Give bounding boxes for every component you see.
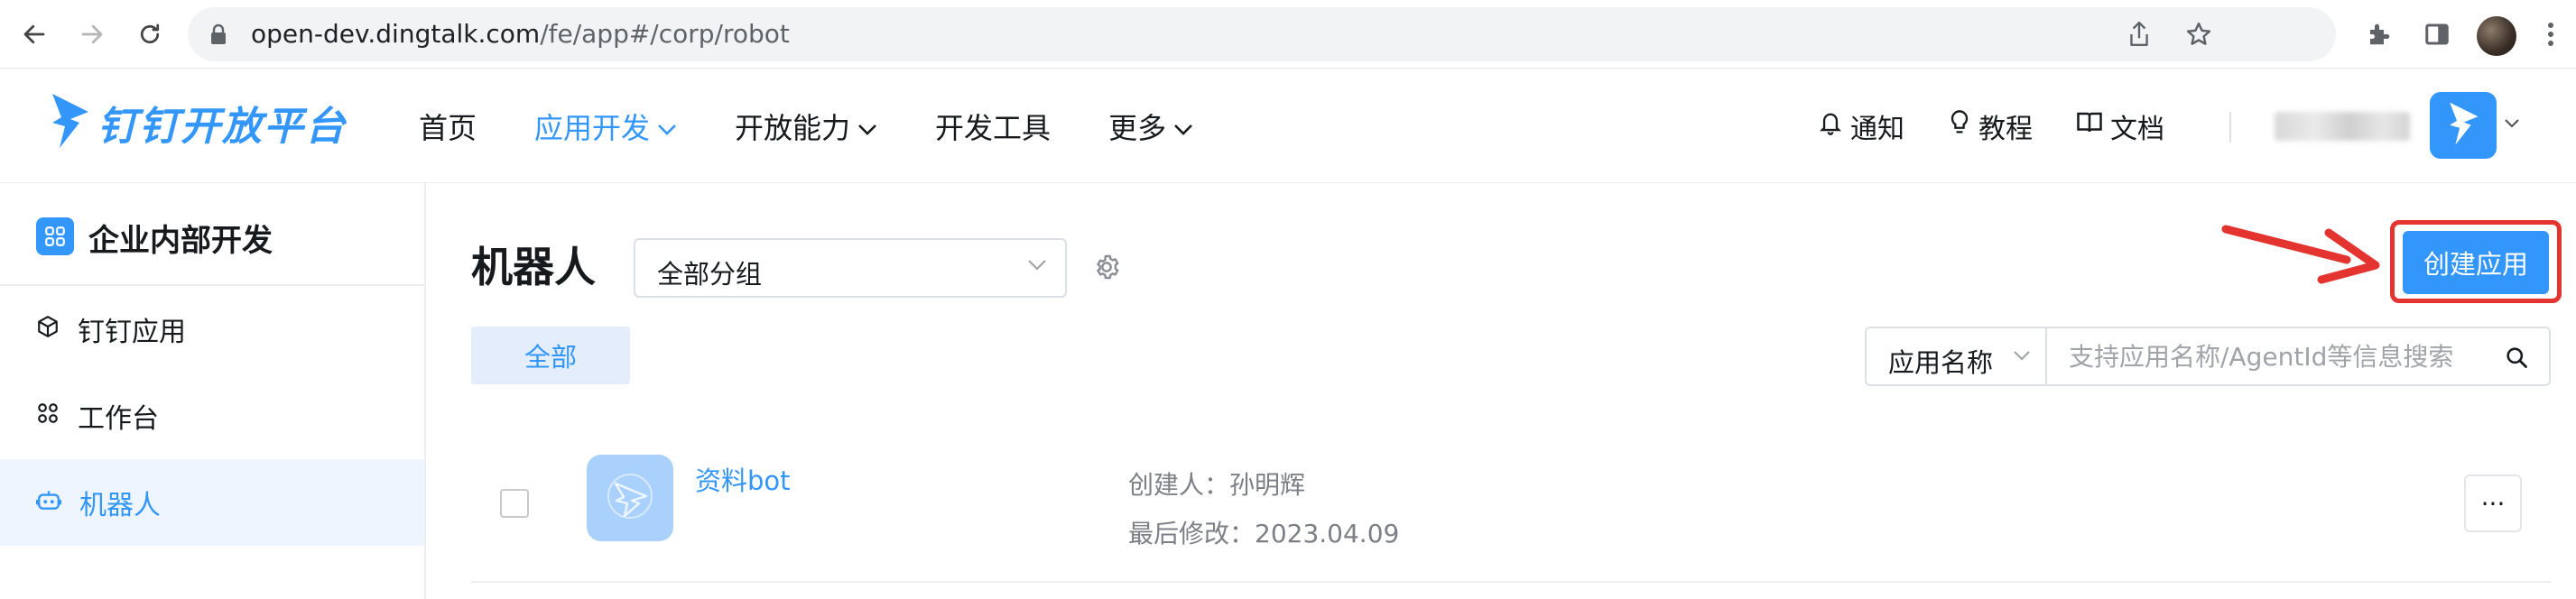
cube-icon — [36, 314, 78, 346]
docs-label: 文档 — [2110, 114, 2164, 145]
notify-label: 通知 — [1850, 114, 1904, 145]
sidebar-item-label: 钉钉应用 — [78, 317, 186, 348]
chevron-down-icon — [1173, 109, 1193, 143]
group-select[interactable]: 全部分组 — [634, 238, 1067, 298]
lightbulb-icon — [1948, 109, 1978, 143]
more-actions-button[interactable]: ··· — [2464, 475, 2522, 532]
creator-label: 创建人： — [1128, 470, 1230, 500]
chevron-down-icon — [657, 109, 677, 143]
extensions-icon[interactable] — [2363, 18, 2395, 51]
bell-icon — [1818, 109, 1850, 143]
notify-link[interactable]: 通知 — [1818, 106, 1904, 146]
app-modified: 最后修改：2023.04.09 — [1128, 514, 1399, 550]
user-name-redacted[interactable] — [2275, 112, 2410, 141]
url-path: /fe/app#/corp/robot — [540, 19, 790, 49]
browser-toolbar: open-dev.dingtalk.com/fe/app#/corp/robot — [0, 0, 2576, 69]
sidebar: 企业内部开发 钉钉应用 工作台 机器人 — [0, 183, 426, 599]
top-nav: 首页 应用开发 开放能力 开发工具 更多 — [419, 103, 1251, 150]
modified-label: 最后修改： — [1128, 519, 1256, 548]
book-icon — [2076, 109, 2110, 143]
docs-link[interactable]: 文档 — [2076, 106, 2164, 146]
search-type-value: 应用名称 — [1888, 347, 1994, 378]
gear-icon[interactable] — [1090, 251, 1123, 283]
sidebar-item-workbench[interactable]: 工作台 — [0, 373, 424, 459]
nav-home[interactable]: 首页 — [419, 106, 477, 147]
browser-profile-avatar[interactable] — [2477, 16, 2516, 56]
nav-open-capability-label: 开放能力 — [735, 111, 851, 145]
sidebar-item-label: 机器人 — [79, 490, 161, 521]
forward-arrow-icon[interactable] — [72, 14, 112, 54]
chevron-down-icon — [2013, 348, 2031, 365]
sidebar-title: 企业内部开发 — [88, 223, 273, 259]
nav-app-dev-label: 应用开发 — [534, 111, 651, 145]
row-checkbox[interactable] — [500, 489, 529, 518]
nav-dev-tools-label: 开发工具 — [935, 111, 1052, 145]
dingtalk-bird-icon — [49, 92, 90, 153]
chevron-down-icon — [1027, 258, 1047, 275]
table-row: 资料bot 创建人：孙明辉 最后修改：2023.04.09 ··· — [471, 424, 2551, 583]
logo-text: 钉钉开放平台 — [97, 104, 347, 150]
sidebar-item-dingtalk-apps[interactable]: 钉钉应用 — [0, 286, 424, 373]
sidebar-header: 企业内部开发 — [0, 183, 424, 286]
search-input[interactable] — [2049, 330, 2482, 382]
sidebar-item-robot[interactable]: 机器人 — [0, 459, 424, 546]
tab-all[interactable]: 全部 — [471, 327, 630, 384]
share-icon[interactable] — [2125, 20, 2154, 49]
bookmark-star-icon[interactable] — [2184, 20, 2213, 49]
nav-home-label: 首页 — [419, 111, 477, 145]
header-right-links: 通知 教程 文档 — [1818, 103, 2208, 150]
search-icon[interactable] — [2502, 343, 2531, 372]
header-divider — [2229, 112, 2231, 143]
app-icon[interactable] — [587, 455, 673, 541]
dingtalk-bird-icon — [605, 471, 655, 525]
org-avatar[interactable] — [2430, 92, 2497, 159]
group-select-value: 全部分组 — [657, 259, 763, 290]
nav-more-label: 更多 — [1108, 111, 1167, 145]
nav-app-dev[interactable]: 应用开发 — [534, 106, 677, 147]
dingtalk-logo[interactable]: 钉钉开放平台 — [49, 92, 347, 153]
dingtalk-bird-icon — [2445, 101, 2481, 150]
chevron-down-icon — [857, 109, 877, 143]
nav-open-capability[interactable]: 开放能力 — [735, 106, 877, 147]
tutorial-link[interactable]: 教程 — [1948, 106, 2033, 146]
modified-value: 2023.04.09 — [1255, 519, 1400, 548]
nav-dev-tools[interactable]: 开发工具 — [935, 106, 1051, 147]
nav-more[interactable]: 更多 — [1108, 106, 1193, 147]
chevron-down-icon[interactable] — [2504, 115, 2520, 133]
sidebar-item-label: 工作台 — [78, 403, 159, 435]
search-box — [2045, 327, 2551, 386]
reload-icon[interactable] — [130, 14, 170, 54]
search-type-select[interactable]: 应用名称 — [1865, 327, 2045, 386]
lock-icon — [209, 23, 227, 49]
browser-menu-kebab-icon[interactable] — [2534, 18, 2567, 51]
robot-icon — [35, 487, 79, 519]
page-title: 机器人 — [471, 243, 596, 291]
grid-icon — [36, 401, 78, 432]
side-panel-icon[interactable] — [2421, 18, 2453, 51]
grid-apps-icon — [36, 217, 74, 255]
annotation-arrow-icon — [2220, 213, 2383, 289]
address-bar[interactable]: open-dev.dingtalk.com/fe/app#/corp/robot — [188, 7, 2336, 61]
create-app-button[interactable]: 创建应用 — [2403, 231, 2549, 294]
url-text: open-dev.dingtalk.com/fe/app#/corp/robot — [251, 20, 790, 49]
url-host: open-dev.dingtalk.com — [251, 19, 541, 49]
back-arrow-icon[interactable] — [14, 14, 54, 54]
app-creator: 创建人：孙明辉 — [1128, 465, 1305, 502]
app-name-link[interactable]: 资料bot — [695, 460, 791, 498]
creator-value: 孙明辉 — [1229, 470, 1306, 500]
app-header: 钉钉开放平台 首页 应用开发 开放能力 开发工具 更多 通知 教程 文档 — [0, 69, 2576, 183]
tutorial-label: 教程 — [1978, 114, 2033, 145]
